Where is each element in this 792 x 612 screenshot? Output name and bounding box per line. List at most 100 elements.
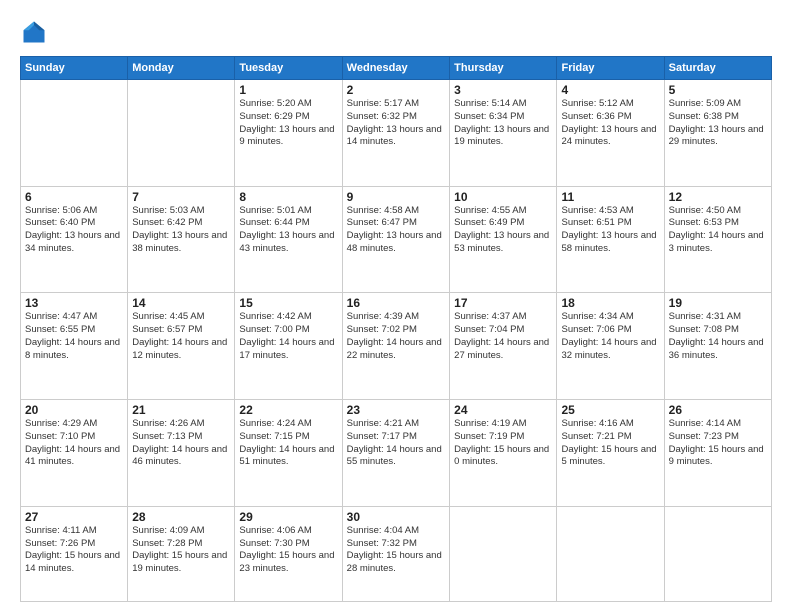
day-number: 12 <box>669 190 767 204</box>
day-number: 8 <box>239 190 337 204</box>
day-info: Sunrise: 5:14 AM Sunset: 6:34 PM Dayligh… <box>454 98 552 149</box>
calendar-cell: 13Sunrise: 4:47 AM Sunset: 6:55 PM Dayli… <box>21 293 128 400</box>
calendar-cell: 4Sunrise: 5:12 AM Sunset: 6:36 PM Daylig… <box>557 80 664 187</box>
day-number: 25 <box>561 403 659 417</box>
calendar-cell: 10Sunrise: 4:55 AM Sunset: 6:49 PM Dayli… <box>450 186 557 293</box>
calendar-cell: 6Sunrise: 5:06 AM Sunset: 6:40 PM Daylig… <box>21 186 128 293</box>
day-info: Sunrise: 4:04 AM Sunset: 7:32 PM Dayligh… <box>347 525 445 576</box>
calendar-cell <box>128 80 235 187</box>
week-row-3: 13Sunrise: 4:47 AM Sunset: 6:55 PM Dayli… <box>21 293 772 400</box>
week-row-4: 20Sunrise: 4:29 AM Sunset: 7:10 PM Dayli… <box>21 400 772 507</box>
day-info: Sunrise: 4:34 AM Sunset: 7:06 PM Dayligh… <box>561 311 659 362</box>
calendar-cell: 23Sunrise: 4:21 AM Sunset: 7:17 PM Dayli… <box>342 400 449 507</box>
day-number: 23 <box>347 403 445 417</box>
day-info: Sunrise: 4:06 AM Sunset: 7:30 PM Dayligh… <box>239 525 337 576</box>
day-number: 26 <box>669 403 767 417</box>
weekday-header-saturday: Saturday <box>664 57 771 80</box>
page: SundayMondayTuesdayWednesdayThursdayFrid… <box>0 0 792 612</box>
day-info: Sunrise: 4:42 AM Sunset: 7:00 PM Dayligh… <box>239 311 337 362</box>
weekday-header-monday: Monday <box>128 57 235 80</box>
day-info: Sunrise: 4:58 AM Sunset: 6:47 PM Dayligh… <box>347 205 445 256</box>
day-info: Sunrise: 4:09 AM Sunset: 7:28 PM Dayligh… <box>132 525 230 576</box>
day-number: 9 <box>347 190 445 204</box>
calendar-cell: 1Sunrise: 5:20 AM Sunset: 6:29 PM Daylig… <box>235 80 342 187</box>
calendar-cell: 3Sunrise: 5:14 AM Sunset: 6:34 PM Daylig… <box>450 80 557 187</box>
day-info: Sunrise: 4:29 AM Sunset: 7:10 PM Dayligh… <box>25 418 123 469</box>
day-info: Sunrise: 4:53 AM Sunset: 6:51 PM Dayligh… <box>561 205 659 256</box>
day-info: Sunrise: 4:14 AM Sunset: 7:23 PM Dayligh… <box>669 418 767 469</box>
day-number: 11 <box>561 190 659 204</box>
day-number: 19 <box>669 296 767 310</box>
calendar-cell: 14Sunrise: 4:45 AM Sunset: 6:57 PM Dayli… <box>128 293 235 400</box>
day-info: Sunrise: 4:19 AM Sunset: 7:19 PM Dayligh… <box>454 418 552 469</box>
day-info: Sunrise: 4:55 AM Sunset: 6:49 PM Dayligh… <box>454 205 552 256</box>
day-info: Sunrise: 5:12 AM Sunset: 6:36 PM Dayligh… <box>561 98 659 149</box>
header <box>20 18 772 46</box>
day-info: Sunrise: 4:37 AM Sunset: 7:04 PM Dayligh… <box>454 311 552 362</box>
day-info: Sunrise: 4:16 AM Sunset: 7:21 PM Dayligh… <box>561 418 659 469</box>
calendar-cell <box>21 80 128 187</box>
calendar-cell: 11Sunrise: 4:53 AM Sunset: 6:51 PM Dayli… <box>557 186 664 293</box>
day-info: Sunrise: 4:26 AM Sunset: 7:13 PM Dayligh… <box>132 418 230 469</box>
calendar-cell: 17Sunrise: 4:37 AM Sunset: 7:04 PM Dayli… <box>450 293 557 400</box>
day-number: 30 <box>347 510 445 524</box>
calendar-cell: 29Sunrise: 4:06 AM Sunset: 7:30 PM Dayli… <box>235 506 342 601</box>
week-row-2: 6Sunrise: 5:06 AM Sunset: 6:40 PM Daylig… <box>21 186 772 293</box>
day-number: 20 <box>25 403 123 417</box>
week-row-5: 27Sunrise: 4:11 AM Sunset: 7:26 PM Dayli… <box>21 506 772 601</box>
day-number: 22 <box>239 403 337 417</box>
day-number: 16 <box>347 296 445 310</box>
day-number: 4 <box>561 83 659 97</box>
calendar-table: SundayMondayTuesdayWednesdayThursdayFrid… <box>20 56 772 602</box>
day-number: 21 <box>132 403 230 417</box>
day-number: 1 <box>239 83 337 97</box>
calendar-cell: 20Sunrise: 4:29 AM Sunset: 7:10 PM Dayli… <box>21 400 128 507</box>
day-number: 7 <box>132 190 230 204</box>
calendar-cell: 21Sunrise: 4:26 AM Sunset: 7:13 PM Dayli… <box>128 400 235 507</box>
day-info: Sunrise: 4:50 AM Sunset: 6:53 PM Dayligh… <box>669 205 767 256</box>
week-row-1: 1Sunrise: 5:20 AM Sunset: 6:29 PM Daylig… <box>21 80 772 187</box>
calendar-cell: 18Sunrise: 4:34 AM Sunset: 7:06 PM Dayli… <box>557 293 664 400</box>
day-number: 28 <box>132 510 230 524</box>
day-number: 3 <box>454 83 552 97</box>
calendar-cell <box>557 506 664 601</box>
day-number: 15 <box>239 296 337 310</box>
calendar-cell: 15Sunrise: 4:42 AM Sunset: 7:00 PM Dayli… <box>235 293 342 400</box>
weekday-header-thursday: Thursday <box>450 57 557 80</box>
day-number: 24 <box>454 403 552 417</box>
day-number: 13 <box>25 296 123 310</box>
day-number: 18 <box>561 296 659 310</box>
calendar-cell: 5Sunrise: 5:09 AM Sunset: 6:38 PM Daylig… <box>664 80 771 187</box>
logo-icon <box>20 18 48 46</box>
weekday-header-wednesday: Wednesday <box>342 57 449 80</box>
calendar-cell: 9Sunrise: 4:58 AM Sunset: 6:47 PM Daylig… <box>342 186 449 293</box>
calendar-cell: 27Sunrise: 4:11 AM Sunset: 7:26 PM Dayli… <box>21 506 128 601</box>
day-info: Sunrise: 4:47 AM Sunset: 6:55 PM Dayligh… <box>25 311 123 362</box>
calendar-cell: 12Sunrise: 4:50 AM Sunset: 6:53 PM Dayli… <box>664 186 771 293</box>
day-info: Sunrise: 5:09 AM Sunset: 6:38 PM Dayligh… <box>669 98 767 149</box>
day-info: Sunrise: 4:39 AM Sunset: 7:02 PM Dayligh… <box>347 311 445 362</box>
calendar-cell: 28Sunrise: 4:09 AM Sunset: 7:28 PM Dayli… <box>128 506 235 601</box>
day-info: Sunrise: 5:01 AM Sunset: 6:44 PM Dayligh… <box>239 205 337 256</box>
weekday-header-friday: Friday <box>557 57 664 80</box>
calendar-cell: 25Sunrise: 4:16 AM Sunset: 7:21 PM Dayli… <box>557 400 664 507</box>
day-number: 17 <box>454 296 552 310</box>
calendar-cell: 26Sunrise: 4:14 AM Sunset: 7:23 PM Dayli… <box>664 400 771 507</box>
day-number: 27 <box>25 510 123 524</box>
calendar-cell: 7Sunrise: 5:03 AM Sunset: 6:42 PM Daylig… <box>128 186 235 293</box>
day-info: Sunrise: 4:31 AM Sunset: 7:08 PM Dayligh… <box>669 311 767 362</box>
day-number: 5 <box>669 83 767 97</box>
calendar-cell: 2Sunrise: 5:17 AM Sunset: 6:32 PM Daylig… <box>342 80 449 187</box>
calendar-cell <box>664 506 771 601</box>
day-number: 2 <box>347 83 445 97</box>
day-number: 29 <box>239 510 337 524</box>
calendar-cell <box>450 506 557 601</box>
day-info: Sunrise: 4:45 AM Sunset: 6:57 PM Dayligh… <box>132 311 230 362</box>
day-info: Sunrise: 5:03 AM Sunset: 6:42 PM Dayligh… <box>132 205 230 256</box>
day-info: Sunrise: 5:06 AM Sunset: 6:40 PM Dayligh… <box>25 205 123 256</box>
weekday-header-tuesday: Tuesday <box>235 57 342 80</box>
logo <box>20 18 52 46</box>
calendar-cell: 22Sunrise: 4:24 AM Sunset: 7:15 PM Dayli… <box>235 400 342 507</box>
calendar-cell: 30Sunrise: 4:04 AM Sunset: 7:32 PM Dayli… <box>342 506 449 601</box>
day-info: Sunrise: 4:11 AM Sunset: 7:26 PM Dayligh… <box>25 525 123 576</box>
